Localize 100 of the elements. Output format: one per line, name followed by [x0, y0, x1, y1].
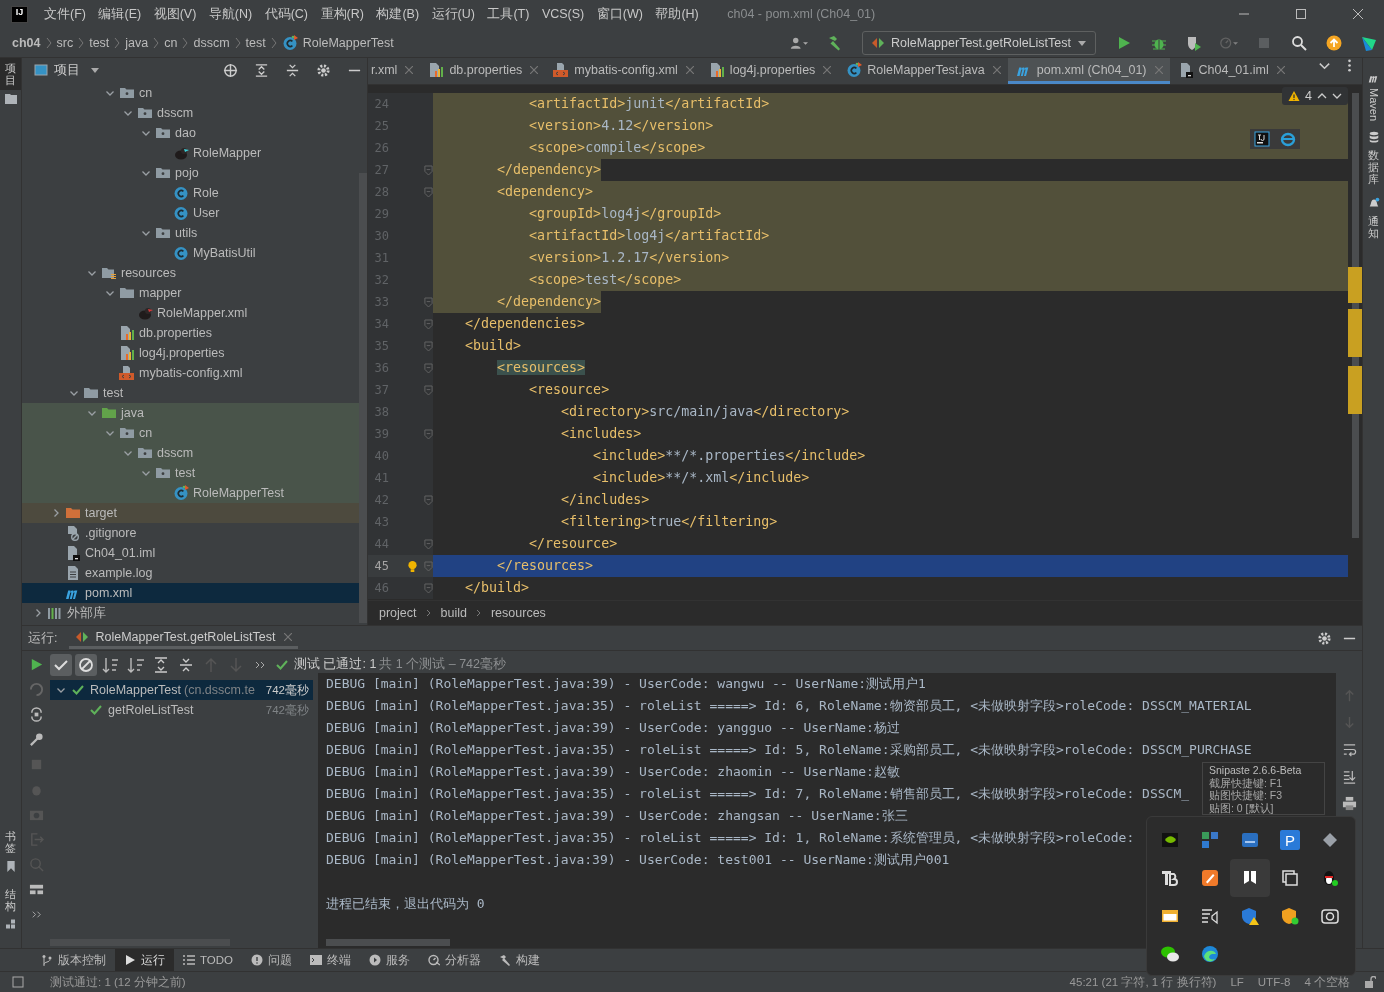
- menu-item[interactable]: 帮助(H): [655, 5, 699, 23]
- status-item[interactable]: 4 个空格: [1304, 974, 1350, 990]
- tree-item[interactable]: pojo: [22, 163, 359, 183]
- close-icon[interactable]: [405, 65, 414, 74]
- tree-item[interactable]: dsscm: [22, 443, 359, 463]
- camera-icon[interactable]: [1320, 906, 1340, 926]
- tool-window-tab[interactable]: 通知: [1363, 211, 1384, 244]
- menu-item[interactable]: 导航(N): [208, 5, 253, 23]
- fold-marker-icon[interactable]: [423, 318, 433, 330]
- tree-item[interactable]: cn: [22, 83, 359, 103]
- tree-item[interactable]: .gitignore: [22, 523, 359, 543]
- print-icon[interactable]: [1341, 796, 1357, 811]
- tree-item[interactable]: User: [22, 203, 359, 223]
- fold-marker-icon[interactable]: [423, 582, 433, 594]
- tool-window-tab[interactable]: 运行: [115, 949, 174, 971]
- lightbulb-icon[interactable]: [406, 559, 418, 573]
- tree-item[interactable]: mapper: [22, 283, 359, 303]
- tool-window-tab[interactable]: Maven: [1367, 86, 1380, 124]
- status-item[interactable]: UTF-8: [1257, 976, 1291, 988]
- tool-window-tab[interactable]: 分析器: [419, 949, 490, 971]
- chevron-down-icon[interactable]: [1332, 91, 1342, 101]
- settings-icon[interactable]: [1317, 630, 1332, 646]
- editor-tab[interactable]: pom.xml (Ch04_01): [1007, 58, 1170, 84]
- menu-item[interactable]: 工具(T): [487, 5, 530, 23]
- fold-marker-icon[interactable]: [423, 494, 433, 506]
- menu-item[interactable]: 构建(B): [376, 5, 420, 23]
- tree-item[interactable]: RoleMapper.xml: [22, 303, 359, 323]
- lock-icon[interactable]: [1364, 976, 1376, 988]
- close-icon[interactable]: [685, 65, 694, 74]
- breadcrumb[interactable]: resources: [490, 606, 546, 620]
- close-icon[interactable]: [1353, 9, 1363, 19]
- tree-item[interactable]: resources: [22, 263, 359, 283]
- tree-item[interactable]: target: [22, 503, 359, 523]
- ignored-filter-icon[interactable]: [75, 653, 97, 676]
- fold-marker-icon[interactable]: [423, 296, 433, 308]
- editor-tab[interactable]: mybatis-config.xml: [545, 58, 701, 84]
- test-item[interactable]: RoleMapperTest (cn.dsscm.te 742毫秒: [50, 680, 313, 700]
- chevron-right-icon[interactable]: [51, 508, 61, 518]
- tree-item[interactable]: db.properties: [22, 323, 359, 343]
- tree-item[interactable]: RoleMapper: [22, 143, 359, 163]
- panel-title[interactable]: 项目: [54, 61, 80, 79]
- inspection-widget[interactable]: 4: [1282, 87, 1348, 105]
- expand-all-icon[interactable]: [254, 62, 269, 78]
- tool-window-tab[interactable]: TODO: [174, 949, 242, 971]
- wrench-icon[interactable]: [28, 732, 44, 747]
- copy-icon[interactable]: [1280, 868, 1300, 888]
- tool-window-tab[interactable]: 构建: [490, 949, 549, 971]
- chevron-down-icon[interactable]: [141, 168, 151, 178]
- tree-item[interactable]: Role: [22, 183, 359, 203]
- status-item[interactable]: 45:21 (21 字符, 1 行 换行符): [1069, 974, 1217, 990]
- tree-item[interactable]: test: [22, 383, 359, 403]
- close-icon[interactable]: [530, 65, 539, 74]
- menu-item[interactable]: 窗口(W): [596, 5, 643, 23]
- layout-icon[interactable]: [28, 882, 44, 897]
- breadcrumb[interactable]: build: [440, 606, 467, 620]
- status-item[interactable]: LF: [1230, 976, 1244, 988]
- scrollbar[interactable]: [359, 173, 367, 623]
- tree-item[interactable]: RoleMapperTest: [22, 483, 359, 503]
- tray-item[interactable]: [1230, 859, 1270, 897]
- close-icon[interactable]: [1276, 65, 1285, 74]
- fold-marker-icon[interactable]: [423, 428, 433, 440]
- chat-icon[interactable]: [1160, 944, 1180, 964]
- menu-item[interactable]: 重构(R): [320, 5, 364, 23]
- breadcrumb[interactable]: dsscm: [193, 35, 230, 50]
- menu-item[interactable]: 运行(U): [431, 5, 475, 23]
- breadcrumb[interactable]: test: [89, 35, 110, 50]
- app-icon[interactable]: [1160, 868, 1180, 888]
- layout-toggle-icon[interactable]: [12, 976, 24, 988]
- menu-item[interactable]: 视图(V): [153, 5, 197, 23]
- fold-marker-icon[interactable]: [423, 340, 433, 352]
- collapse-all-icon[interactable]: [285, 62, 300, 78]
- tree-item[interactable]: 外部库: [22, 603, 359, 623]
- breadcrumb[interactable]: test: [245, 35, 266, 50]
- chevron-down-icon[interactable]: [141, 228, 151, 238]
- editor-tab[interactable]: r.xml: [368, 58, 421, 84]
- shield-run-icon[interactable]: [1185, 34, 1203, 51]
- caret-icon[interactable]: [90, 65, 100, 75]
- menu-item[interactable]: VCS(S): [541, 7, 585, 21]
- tool-window-tab[interactable]: 数据库: [1363, 145, 1384, 190]
- target-icon[interactable]: [223, 62, 238, 78]
- breadcrumb[interactable]: RoleMapperTest: [302, 35, 394, 50]
- tree-item[interactable]: test: [22, 463, 359, 483]
- breadcrumb[interactable]: project: [379, 606, 417, 620]
- fold-marker-icon[interactable]: [423, 538, 433, 550]
- editor-tab[interactable]: db.properties: [420, 58, 546, 84]
- close-icon[interactable]: [284, 632, 293, 641]
- breadcrumb[interactable]: java: [125, 35, 149, 50]
- tree-item[interactable]: java: [22, 403, 359, 423]
- scroll-to-end-icon[interactable]: [1341, 769, 1357, 784]
- fold-marker-icon[interactable]: [423, 186, 433, 198]
- close-icon[interactable]: [823, 65, 832, 74]
- shield-icon[interactable]: [1240, 906, 1260, 926]
- shield-icon[interactable]: [1280, 906, 1300, 926]
- scrollbar[interactable]: [326, 939, 450, 946]
- tool-window-tab[interactable]: 书签: [0, 825, 21, 858]
- menu-item[interactable]: 编辑(E): [98, 5, 142, 23]
- tree-item[interactable]: Ch04_01.iml: [22, 543, 359, 563]
- chevron-up-icon[interactable]: [1317, 91, 1327, 101]
- chevron-right-icon[interactable]: [33, 608, 43, 618]
- wrap-icon[interactable]: [1341, 742, 1357, 757]
